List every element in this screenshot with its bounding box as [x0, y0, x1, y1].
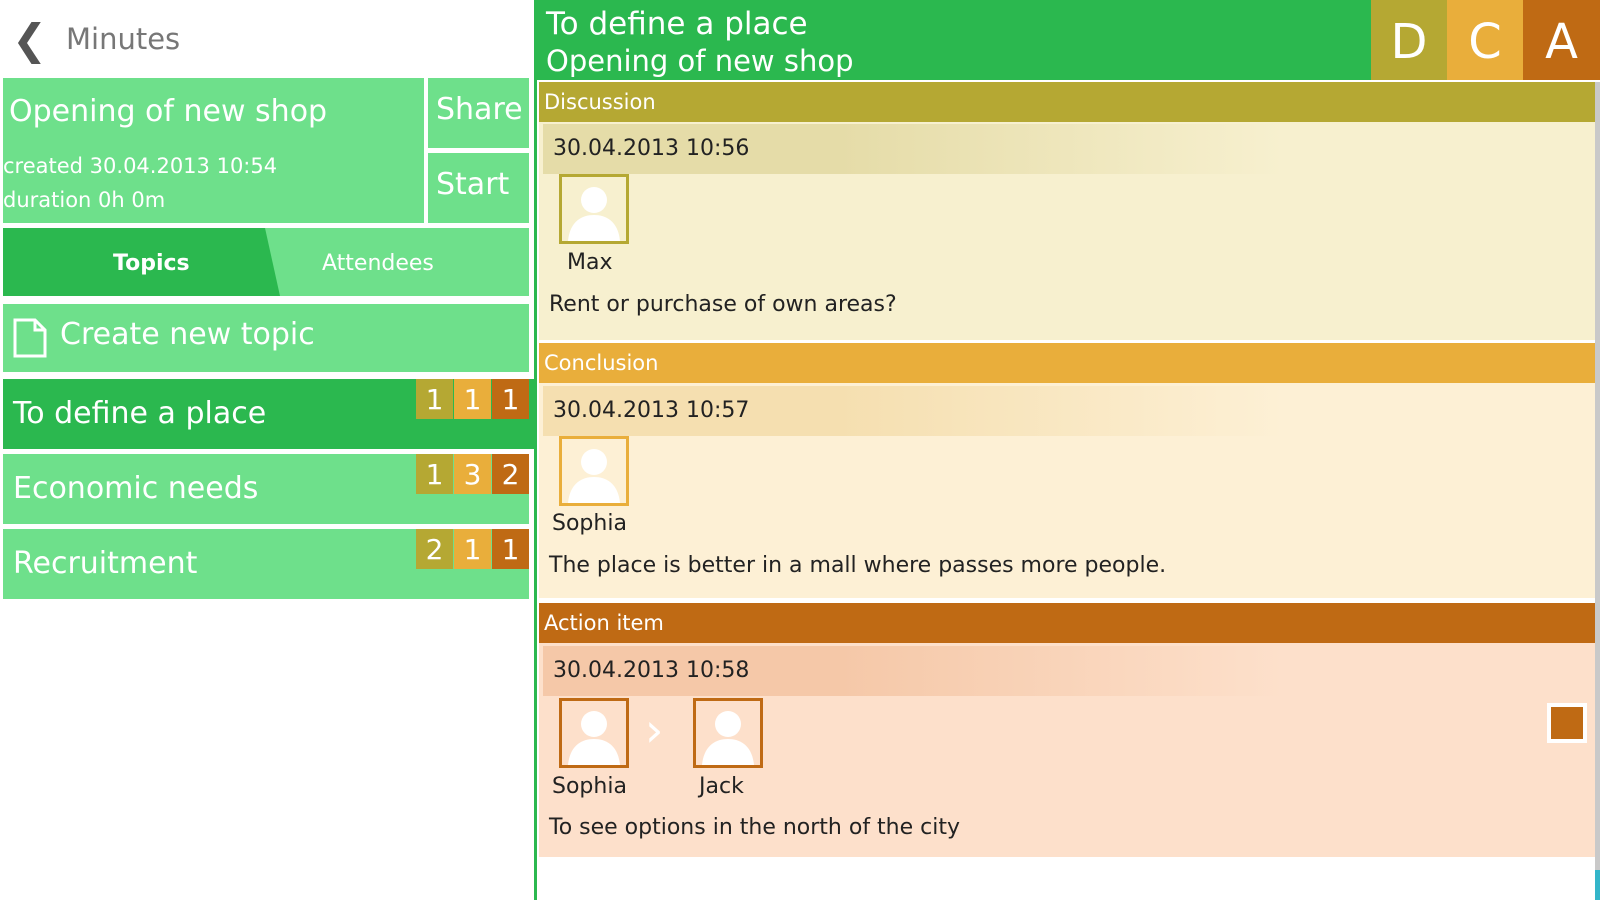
add-action-button[interactable]: A	[1523, 0, 1600, 80]
start-button[interactable]: Start	[428, 153, 529, 223]
add-conclusion-button[interactable]: C	[1447, 0, 1523, 80]
detail-topic-title: To define a place	[546, 6, 808, 42]
meeting-info-card[interactable]: Opening of new shop created 30.04.2013 1…	[3, 78, 424, 223]
topic-label: Recruitment	[13, 546, 198, 581]
section-conclusion-header: Conclusion	[539, 343, 1595, 383]
discussion-count: 1	[416, 379, 453, 419]
app-title: Minutes	[66, 22, 181, 56]
action-count: 2	[492, 454, 529, 494]
section-action-header: Action item	[539, 603, 1595, 643]
conclusion-count: 1	[454, 529, 491, 569]
person-name: Sophia	[552, 774, 627, 799]
topic-counters: 1 3 2	[416, 454, 529, 494]
meeting-created: created 30.04.2013 10:54	[3, 154, 278, 178]
topic-counters: 2 1 1	[416, 529, 529, 569]
detail-header: To define a place Opening of new shop	[537, 0, 1371, 80]
add-discussion-button[interactable]: D	[1371, 0, 1447, 80]
document-icon	[13, 318, 47, 358]
entry-date: 30.04.2013 10:56	[543, 124, 1283, 174]
topic-label: Economic needs	[13, 471, 259, 506]
tab-attendees[interactable]: Attendees	[322, 251, 434, 276]
topic-item-define-place[interactable]: To define a place 1 1 1	[3, 379, 534, 449]
avatar-sophia[interactable]	[559, 698, 629, 768]
action-done-checkbox[interactable]	[1547, 703, 1587, 743]
topic-counters: 1 1 1	[416, 379, 529, 419]
action-count: 1	[492, 529, 529, 569]
section-title: Discussion	[544, 90, 656, 114]
person-icon	[562, 177, 626, 241]
share-button[interactable]: Share	[428, 78, 529, 148]
section-title: Conclusion	[544, 351, 659, 375]
entry-text: Rent or purchase of own areas?	[549, 292, 897, 317]
person-icon	[562, 439, 626, 503]
meeting-duration: duration 0h 0m	[3, 188, 166, 212]
discussion-count: 1	[416, 454, 453, 494]
avatar-max[interactable]	[559, 174, 629, 244]
section-title: Action item	[544, 611, 664, 635]
create-topic-label: Create new topic	[60, 317, 315, 352]
person-name: Sophia	[552, 511, 627, 536]
discussion-entry[interactable]: 30.04.2013 10:56 Max Rent or purchase of…	[539, 122, 1595, 340]
detail-meeting-title: Opening of new shop	[546, 44, 854, 78]
entry-date: 30.04.2013 10:58	[543, 646, 1283, 696]
scrollbar-thumb[interactable]	[1595, 870, 1600, 900]
action-count: 1	[492, 379, 529, 419]
topic-label: To define a place	[13, 396, 267, 431]
entry-text: To see options in the north of the city	[549, 815, 961, 840]
conclusion-count: 3	[454, 454, 491, 494]
person-name: Jack	[699, 774, 744, 799]
scrollbar[interactable]	[1595, 82, 1600, 900]
action-entry[interactable]: 30.04.2013 10:58 › Sophia Jack To see op…	[539, 643, 1595, 857]
entry-text: The place is better in a mall where pass…	[549, 553, 1167, 578]
person-name: Max	[567, 250, 613, 275]
avatar-jack[interactable]	[693, 698, 763, 768]
conclusion-count: 1	[454, 379, 491, 419]
person-icon	[696, 701, 760, 765]
topic-item-recruitment[interactable]: Recruitment 2 1 1	[3, 529, 529, 599]
meeting-title: Opening of new shop	[9, 94, 328, 129]
section-discussion-header: Discussion	[539, 82, 1595, 122]
panel-divider	[534, 0, 537, 900]
topic-item-economic-needs[interactable]: Economic needs 1 3 2	[3, 454, 529, 524]
entry-date: 30.04.2013 10:57	[543, 386, 1283, 436]
assign-arrow-icon: ›	[645, 703, 664, 757]
avatar-sophia[interactable]	[559, 436, 629, 506]
tab-topics-label: Topics	[113, 251, 190, 276]
create-topic-button[interactable]: Create new topic	[3, 304, 529, 372]
back-chevron-icon[interactable]: ❮	[12, 16, 47, 64]
person-icon	[562, 701, 626, 765]
conclusion-entry[interactable]: 30.04.2013 10:57 Sophia The place is bet…	[539, 383, 1595, 598]
discussion-count: 2	[416, 529, 453, 569]
